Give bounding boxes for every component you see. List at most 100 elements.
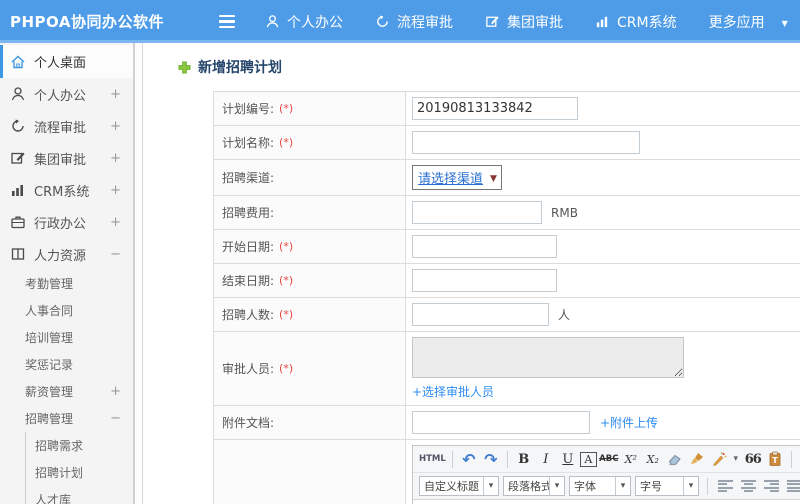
required-marker: (*) bbox=[279, 240, 294, 253]
custom-heading-select[interactable]: 自定义标题 bbox=[419, 476, 499, 496]
form-label-empty bbox=[214, 440, 406, 504]
nav-item-crm[interactable]: CRM系统 bbox=[595, 12, 677, 32]
editor-toolbar-row-1: HTML B I U A ABC X² X₂ bbox=[413, 446, 800, 473]
sidebar-item-group-approval[interactable]: 集团审批 + bbox=[0, 142, 133, 174]
paragraph-format-select[interactable]: 段落格式 bbox=[503, 476, 565, 496]
sidebar-item-salary-management[interactable]: 薪资管理 + bbox=[0, 378, 133, 405]
sidebar-item-label: 个人桌面 bbox=[34, 56, 87, 71]
bold-button[interactable]: B bbox=[514, 449, 534, 469]
sidebar-item-recruitment-management[interactable]: 招聘管理 − bbox=[0, 405, 133, 432]
attachment-input[interactable] bbox=[412, 411, 590, 434]
nav-item-personal-office[interactable]: 个人办公 bbox=[265, 12, 343, 32]
form-label: 审批人员: (*) bbox=[214, 332, 406, 405]
strikethrough-button[interactable]: ABC bbox=[599, 449, 619, 469]
redo-icon[interactable] bbox=[481, 449, 501, 469]
format-brush-icon[interactable] bbox=[687, 449, 707, 469]
form-row-approvers: 审批人员: (*) +选择审批人员 bbox=[214, 332, 800, 406]
form-row-plan-name: 计划名称: (*) bbox=[214, 126, 800, 160]
select-label: 段落格式 bbox=[508, 480, 549, 493]
field-label: 计划编号: bbox=[222, 102, 275, 116]
sidebar-item-talent-pool[interactable]: 人才库 bbox=[0, 486, 133, 504]
sidebar-item-hr-contracts[interactable]: 人事合同 bbox=[0, 297, 133, 324]
font-size-select[interactable]: 字号 bbox=[635, 476, 699, 496]
toolbar-divider bbox=[790, 450, 792, 468]
expand-icon: + bbox=[110, 214, 121, 230]
form-label: 计划名称: (*) bbox=[214, 126, 406, 159]
user-icon bbox=[265, 14, 280, 29]
sidebar-item-administrative-office[interactable]: 行政办公 + bbox=[0, 206, 133, 238]
top-navigation-bar: PHPOA协同办公软件 个人办公 流程审批 集团审批 CRM系统 更多应用 bbox=[0, 0, 800, 43]
select-label: 字号 bbox=[640, 480, 662, 493]
sidebar-item-label: 人力资源 bbox=[34, 248, 87, 264]
sidebar-item-workflow-approval[interactable]: 流程审批 + bbox=[0, 110, 133, 142]
sidebar-item-label: 招聘计划 bbox=[35, 466, 84, 480]
menu-toggle-icon[interactable] bbox=[219, 15, 235, 28]
form-row-plan-number: 计划编号: (*) bbox=[214, 92, 800, 126]
sidebar-item-crm[interactable]: CRM系统 + bbox=[0, 174, 133, 206]
sidebar-scrollbar[interactable] bbox=[133, 43, 143, 504]
sidebar-item-recruitment-demand[interactable]: 招聘需求 bbox=[0, 432, 133, 459]
eraser-icon[interactable] bbox=[665, 449, 685, 469]
approvers-textarea[interactable] bbox=[412, 337, 684, 378]
edit-icon bbox=[10, 150, 26, 166]
currency-suffix: RMB bbox=[551, 205, 578, 220]
chart-icon bbox=[10, 182, 26, 198]
form-label: 计划编号: (*) bbox=[214, 92, 406, 125]
sidebar-item-recruitment-plan[interactable]: 招聘计划 bbox=[0, 459, 133, 486]
edit-icon bbox=[485, 14, 500, 29]
end-date-input[interactable] bbox=[412, 269, 557, 292]
blockquote-button[interactable]: 66 bbox=[743, 449, 763, 469]
underline-button[interactable]: U bbox=[558, 449, 578, 469]
editor-content-area[interactable] bbox=[413, 500, 800, 504]
caret-down-icon[interactable] bbox=[731, 449, 741, 469]
sidebar-item-reward-punishment[interactable]: 奖惩记录 bbox=[0, 351, 133, 378]
align-right-icon[interactable] bbox=[764, 479, 779, 493]
autotypeset-button[interactable]: A bbox=[579, 451, 597, 467]
main-content: 新增招聘计划 计划编号: (*) 计划名称: (*) 招聘渠道: bbox=[143, 43, 800, 504]
page-title-text: 新增招聘计划 bbox=[198, 60, 282, 76]
font-family-select[interactable]: 字体 bbox=[569, 476, 631, 496]
expand-icon: + bbox=[110, 86, 121, 102]
source-code-button[interactable]: HTML bbox=[419, 449, 446, 469]
required-marker: (*) bbox=[279, 274, 294, 287]
channel-select[interactable]: 请选择渠道 bbox=[412, 165, 502, 190]
form-label: 附件文档: bbox=[214, 406, 406, 439]
paste-icon[interactable]: T bbox=[765, 449, 785, 469]
form-label: 招聘人数: (*) bbox=[214, 298, 406, 331]
align-left-icon[interactable] bbox=[718, 479, 733, 493]
magic-format-icon[interactable] bbox=[709, 449, 729, 469]
plan-number-input[interactable] bbox=[412, 97, 578, 120]
sidebar-item-personal-office[interactable]: 个人办公 + bbox=[0, 78, 133, 110]
nav-label: 集团审批 bbox=[507, 14, 563, 31]
nav-label: 更多应用 bbox=[708, 14, 765, 31]
caret-down-icon bbox=[782, 14, 788, 30]
attachment-upload-link[interactable]: +附件上传 bbox=[600, 414, 658, 431]
sidebar-item-label: 集团审批 bbox=[34, 152, 87, 168]
sidebar-item-attendance-management[interactable]: 考勤管理 bbox=[0, 270, 133, 297]
nav-item-more-apps[interactable]: 更多应用 bbox=[709, 12, 788, 32]
sidebar-item-label: 考勤管理 bbox=[25, 277, 74, 291]
form-label: 结束日期: (*) bbox=[214, 264, 406, 297]
subscript-button[interactable]: X₂ bbox=[643, 449, 663, 469]
align-justify-icon[interactable] bbox=[787, 479, 800, 493]
italic-button[interactable]: I bbox=[536, 449, 556, 469]
superscript-button[interactable]: X² bbox=[621, 449, 641, 469]
book-icon bbox=[10, 246, 26, 262]
sidebar-item-human-resources[interactable]: 人力资源 − bbox=[0, 238, 133, 270]
sidebar-item-personal-desktop[interactable]: 个人桌面 bbox=[0, 45, 133, 78]
headcount-input[interactable] bbox=[412, 303, 549, 326]
sidebar-item-label: 培训管理 bbox=[25, 331, 74, 345]
sidebar-item-training-management[interactable]: 培训管理 bbox=[0, 324, 133, 351]
select-approvers-link[interactable]: +选择审批人员 bbox=[412, 383, 494, 400]
start-date-input[interactable] bbox=[412, 235, 557, 258]
nav-item-group-approval[interactable]: 集团审批 bbox=[485, 12, 563, 32]
align-center-icon[interactable] bbox=[741, 479, 756, 493]
toolbar-divider bbox=[451, 450, 453, 468]
cost-input[interactable] bbox=[412, 201, 542, 224]
nav-label: 个人办公 bbox=[287, 14, 343, 31]
nav-item-workflow-approval[interactable]: 流程审批 bbox=[375, 12, 453, 32]
undo-icon[interactable] bbox=[459, 449, 479, 469]
nav-label: 流程审批 bbox=[397, 14, 453, 31]
flow-icon bbox=[10, 118, 26, 134]
plan-name-input[interactable] bbox=[412, 131, 640, 154]
